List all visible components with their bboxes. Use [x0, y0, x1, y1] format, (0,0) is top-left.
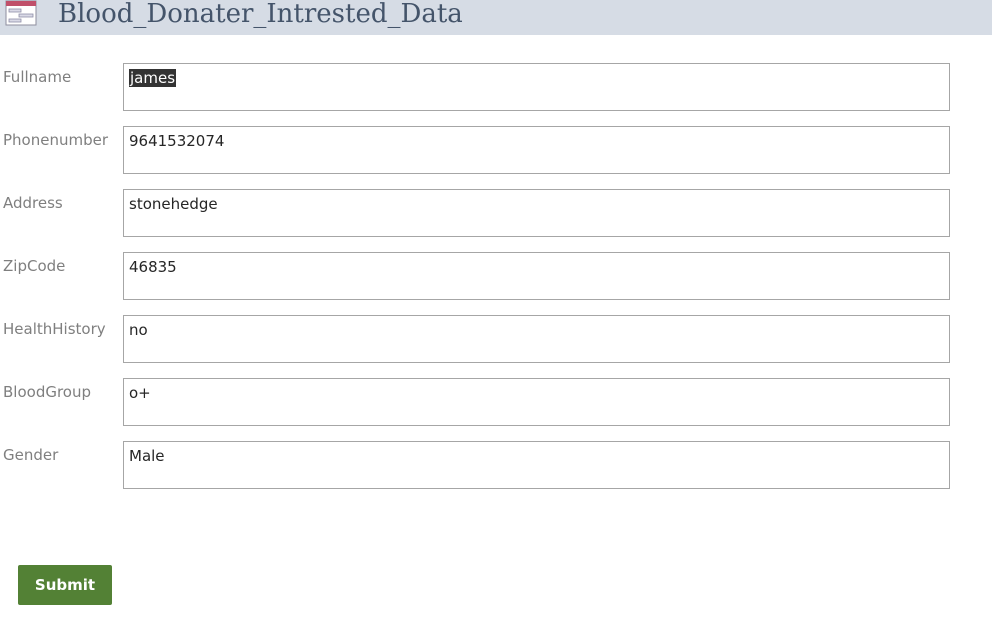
form-title-bar: Blood_Donater_Intrested_Data: [0, 0, 992, 35]
field-row-address: Address stonehedge: [0, 189, 992, 237]
field-row-bloodgroup: BloodGroup o+: [0, 378, 992, 426]
gender-value: Male: [129, 447, 165, 465]
field-row-healthhistory: HealthHistory no: [0, 315, 992, 363]
bloodgroup-label: BloodGroup: [3, 383, 92, 401]
gender-label: Gender: [3, 446, 59, 464]
submit-button[interactable]: Submit: [18, 565, 112, 605]
fullname-label: Fullname: [3, 68, 72, 86]
phonenumber-value: 9641532074: [129, 132, 225, 150]
bloodgroup-field[interactable]: o+: [123, 378, 950, 426]
phonenumber-label: Phonenumber: [3, 131, 109, 149]
healthhistory-value: no: [129, 321, 148, 339]
form-title: Blood_Donater_Intrested_Data: [58, 0, 463, 29]
field-row-phonenumber: Phonenumber 9641532074: [0, 126, 992, 174]
gender-field[interactable]: Male: [123, 441, 950, 489]
zipcode-field[interactable]: 46835: [123, 252, 950, 300]
healthhistory-label: HealthHistory: [3, 320, 106, 338]
zipcode-label: ZipCode: [3, 257, 66, 275]
field-row-gender: Gender Male: [0, 441, 992, 489]
healthhistory-field[interactable]: no: [123, 315, 950, 363]
address-field[interactable]: stonehedge: [123, 189, 950, 237]
field-row-fullname: Fullname james: [0, 63, 992, 111]
address-label: Address: [3, 194, 63, 212]
fullname-value: james: [129, 69, 177, 87]
fullname-field[interactable]: james: [123, 63, 950, 111]
bloodgroup-value: o+: [129, 384, 151, 402]
zipcode-value: 46835: [129, 258, 177, 276]
address-value: stonehedge: [129, 195, 218, 213]
phonenumber-field[interactable]: 9641532074: [123, 126, 950, 174]
field-row-zipcode: ZipCode 46835: [0, 252, 992, 300]
form-icon: [5, 0, 37, 26]
